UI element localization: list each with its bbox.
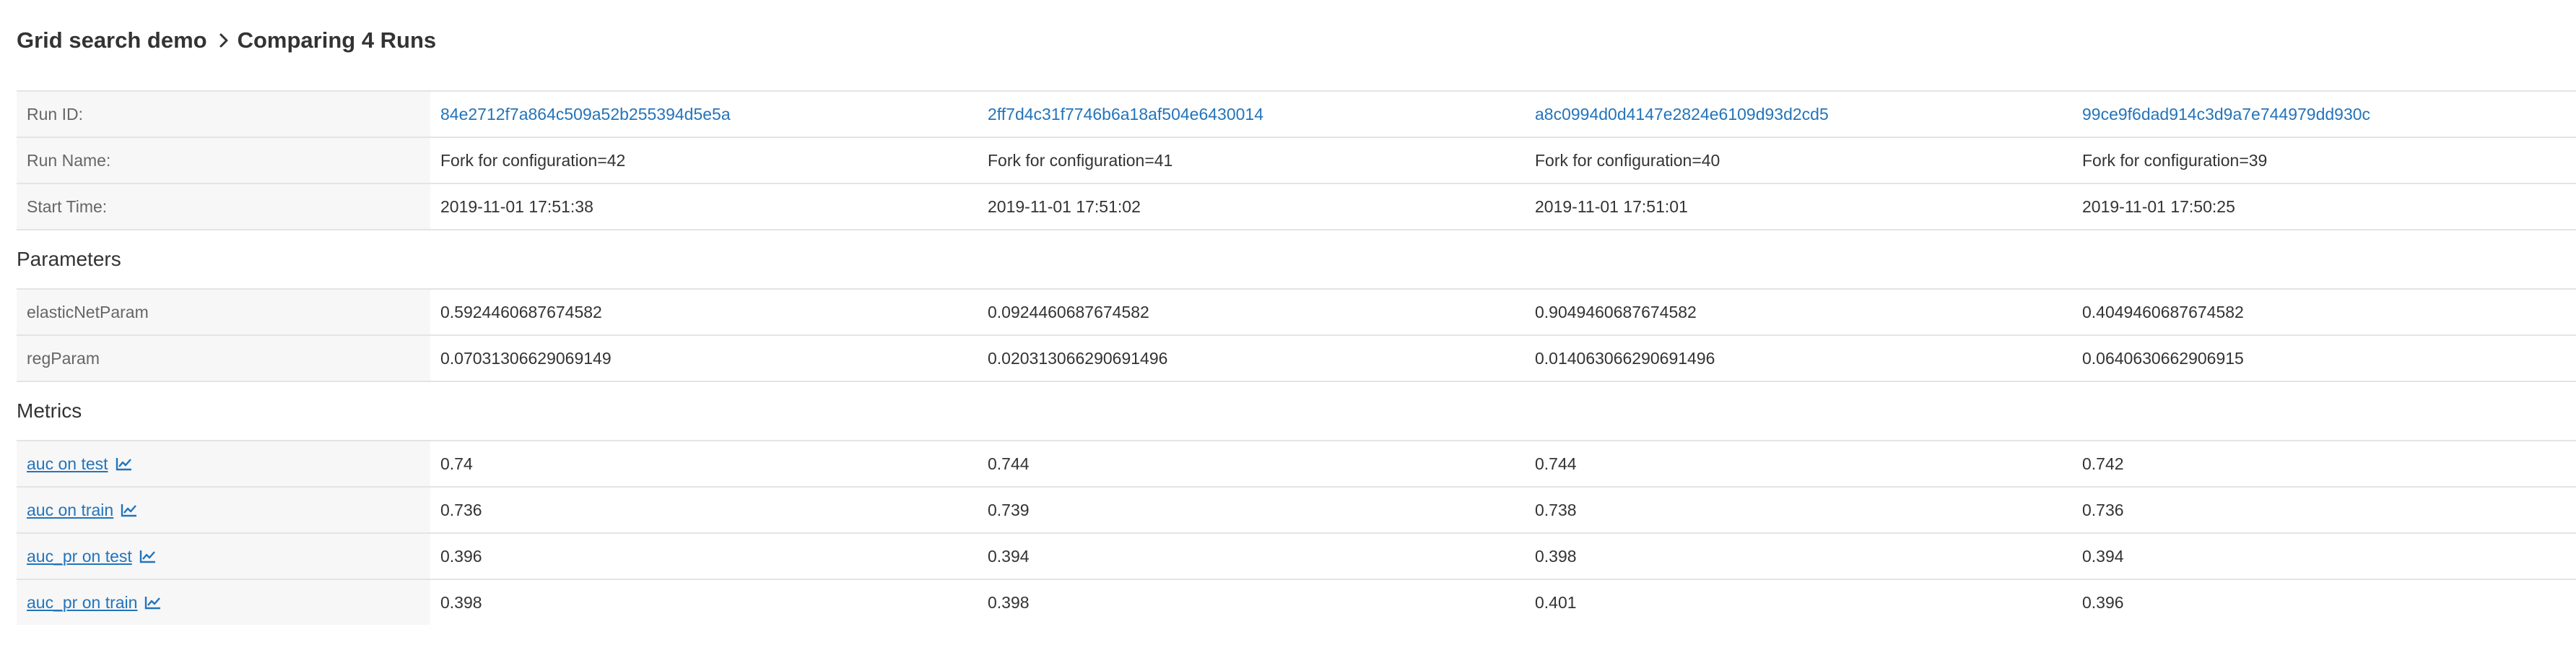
metric-value: 0.744: [1525, 441, 2072, 488]
line-chart-icon: [144, 595, 162, 610]
metric-value: 0.398: [988, 592, 1030, 612]
metric-name: auc_pr on train: [27, 592, 138, 612]
metric-value: 0.742: [2072, 441, 2576, 488]
metric-value: 0.394: [978, 533, 1525, 580]
metric-name-cell: auc on train: [17, 487, 430, 534]
breadcrumb: Grid search demo Comparing 4 Runs: [17, 20, 2576, 61]
run-id-link[interactable]: 99ce9f6dad914c3d9a7e744979dd930c: [2082, 105, 2370, 124]
run-name-cell: Fork for configuration=41: [978, 137, 1525, 184]
run-name-cell: Fork for configuration=40: [1525, 137, 2072, 184]
run-name-cell: Fork for configuration=42: [430, 137, 978, 184]
param-value: 0.014063066290691496: [1525, 335, 2072, 382]
metric-link[interactable]: auc_pr on train: [27, 593, 162, 613]
parameters-section-header: Parameters: [17, 230, 2576, 290]
param-row: regParam 0.07031306629069149 0.020313066…: [17, 335, 2576, 382]
breadcrumb-experiment-link[interactable]: Grid search demo: [17, 27, 207, 53]
metric-row: auc on train 0.736 0.739 0.738 0.736: [17, 487, 2576, 534]
spacer: [17, 61, 2576, 91]
metric-value: 0.398: [440, 592, 482, 612]
metric-name: auc on test: [27, 454, 108, 473]
start-time-cell: 2019-11-01 17:51:01: [1525, 183, 2072, 230]
metric-value: 0.736: [430, 487, 978, 534]
metric-value: 0.744: [978, 441, 1525, 488]
metric-value: 0.74: [430, 441, 978, 488]
metric-name-cell: auc on test: [17, 441, 430, 488]
line-chart-icon: [116, 457, 133, 471]
metric-value: 0.738: [1525, 487, 2072, 534]
run-id-link[interactable]: 84e2712f7a864c509a52b255394d5e5a: [440, 105, 731, 124]
start-time-row: Start Time: 2019-11-01 17:51:38 2019-11-…: [17, 183, 2576, 230]
param-value: 0.5924460687674582: [430, 289, 978, 336]
start-time-label: Start Time:: [17, 183, 430, 230]
run-name-label: Run Name:: [17, 137, 430, 184]
run-name-row: Run Name: Fork for configuration=42 Fork…: [17, 137, 2576, 184]
line-chart-icon: [139, 549, 157, 563]
metric-value: 0.396: [2082, 592, 2124, 612]
compare-runs-page: Grid search demo Comparing 4 Runs Run ID…: [17, 0, 2576, 625]
compare-runs-table: Run ID: 84e2712f7a864c509a52b255394d5e5a…: [17, 61, 2576, 625]
param-name: regParam: [17, 335, 430, 382]
param-value: 0.9049460687674582: [1525, 289, 2072, 336]
run-id-label: Run ID:: [17, 90, 430, 138]
start-time-cell: 2019-11-01 17:51:02: [978, 183, 1525, 230]
run-id-row: Run ID: 84e2712f7a864c509a52b255394d5e5a…: [17, 90, 2576, 138]
param-value: 0.0924460687674582: [978, 289, 1525, 336]
metrics-section-header: Metrics: [17, 381, 2576, 441]
run-id-cell: 84e2712f7a864c509a52b255394d5e5a: [430, 90, 978, 138]
start-time-cell: 2019-11-01 17:50:25: [2072, 183, 2576, 230]
metric-name: auc on train: [27, 500, 114, 519]
chevron-right-icon: [219, 33, 229, 48]
run-id-link[interactable]: 2ff7d4c31f7746b6a18af504e6430014: [988, 105, 1263, 124]
metric-value: 0.401: [1535, 592, 1577, 612]
line-chart-icon: [121, 503, 138, 517]
param-value: 0.4049460687674582: [2072, 289, 2576, 336]
metric-value: 0.736: [2072, 487, 2576, 534]
metrics-heading: Metrics: [17, 381, 2576, 441]
metric-value: 0.396: [430, 533, 978, 580]
param-name: elasticNetParam: [17, 289, 430, 336]
param-value: 0.0640630662906915: [2072, 335, 2576, 382]
metric-link[interactable]: auc on test: [27, 454, 133, 474]
metric-name-cell: auc_pr on train: [17, 579, 430, 625]
start-time-cell: 2019-11-01 17:51:38: [430, 183, 978, 230]
metric-value: 0.398: [1525, 533, 2072, 580]
metric-value: 0.394: [2072, 533, 2576, 580]
param-value: 0.020313066290691496: [978, 335, 1525, 382]
parameters-heading: Parameters: [17, 230, 2576, 290]
param-value: 0.07031306629069149: [430, 335, 978, 382]
metric-row: auc_pr on test 0.396 0.394 0.398 0.394: [17, 533, 2576, 580]
run-id-link[interactable]: a8c0994d0d4147e2824e6109d93d2cd5: [1535, 105, 1829, 124]
metric-row: auc_pr on train 0.398 0.398 0.401 0.396: [17, 579, 2576, 625]
run-name-cell: Fork for configuration=39: [2072, 137, 2576, 184]
run-id-cell: 99ce9f6dad914c3d9a7e744979dd930c: [2072, 90, 2576, 138]
page-title: Comparing 4 Runs: [237, 27, 437, 53]
metric-value: 0.739: [978, 487, 1525, 534]
metric-name: auc_pr on test: [27, 546, 132, 566]
metric-link[interactable]: auc_pr on test: [27, 547, 157, 566]
run-id-cell: a8c0994d0d4147e2824e6109d93d2cd5: [1525, 90, 2072, 138]
metric-row: auc on test 0.74 0.744 0.744 0.742: [17, 441, 2576, 488]
run-id-cell: 2ff7d4c31f7746b6a18af504e6430014: [978, 90, 1525, 138]
metric-link[interactable]: auc on train: [27, 501, 138, 520]
param-row: elasticNetParam 0.5924460687674582 0.092…: [17, 289, 2576, 336]
metric-name-cell: auc_pr on test: [17, 533, 430, 580]
